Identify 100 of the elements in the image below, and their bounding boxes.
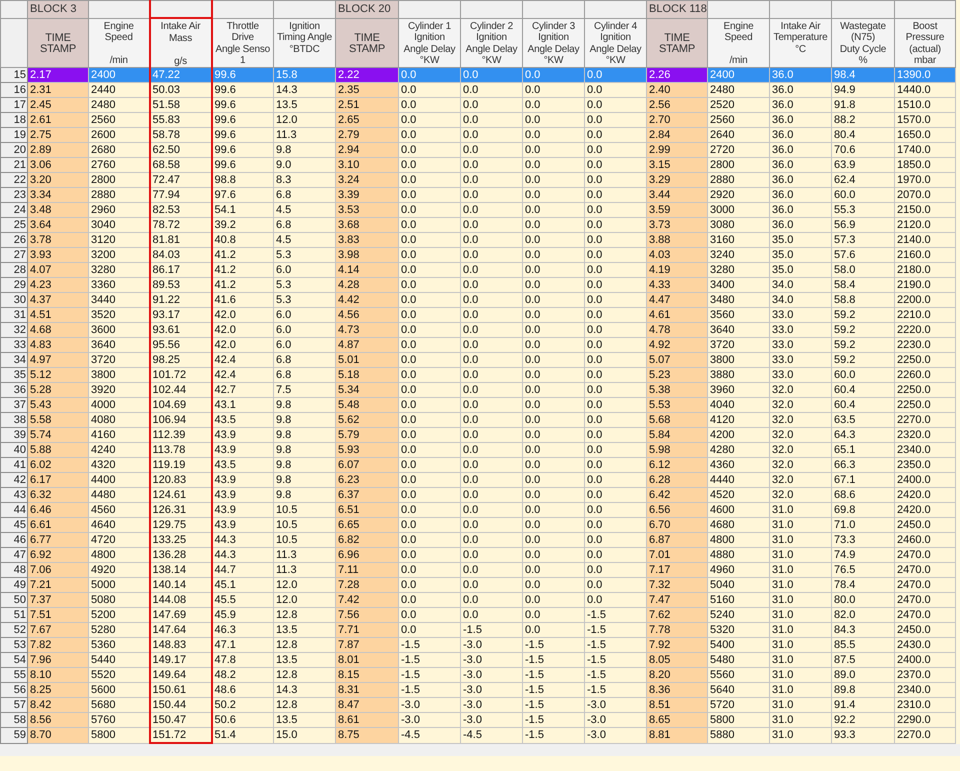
table-cell: 3.53: [336, 202, 398, 218]
table-cell: 2400.0: [894, 652, 956, 668]
table-cell: 12.8: [274, 668, 336, 682]
table-cell: 2420.0: [894, 502, 956, 518]
row-number: 53: [0, 638, 28, 652]
table-cell: 0.0: [398, 532, 460, 548]
table-cell: 4560: [88, 502, 150, 518]
column-header[interactable]: Cylinder 2 Ignition Angle Delay °KW: [460, 18, 522, 68]
table-cell: 3200: [88, 248, 150, 262]
column-header[interactable]: Wastegate (N75) Duty Cycle %: [832, 18, 894, 68]
column-header[interactable]: Cylinder 4 Ignition Angle Delay °KW: [584, 18, 646, 68]
table-cell: 4600: [708, 502, 770, 518]
table-cell: 2680: [88, 142, 150, 158]
table-cell: 11.3: [274, 562, 336, 578]
column-header[interactable]: TIME STAMP: [336, 18, 398, 68]
table-cell: 47.8: [212, 652, 274, 668]
table-cell: 2.99: [646, 142, 708, 158]
table-cell: 4800: [88, 548, 150, 562]
scrollbar-track[interactable]: [0, 744, 960, 756]
table-cell: 5.3: [274, 278, 336, 292]
selected-row[interactable]: 15 2.17 2400 47.22 99.6 15.8 2.22 0.0 0.0 0.0 0.0 2.26 2400 36.0 98.4 1390.0: [0, 68, 956, 82]
table-cell: 55.83: [150, 112, 212, 128]
table-cell: 2.89: [28, 142, 88, 158]
table-cell: 0.0: [398, 98, 460, 112]
table-cell: 3520: [88, 308, 150, 322]
table-cell: 3.48: [28, 202, 88, 218]
table-cell: 4.83: [28, 338, 88, 352]
table-cell: 3560: [708, 308, 770, 322]
table-cell: 1850.0: [894, 158, 956, 172]
table-cell: -3.0: [398, 698, 460, 712]
column-header[interactable]: Boost Pressure (actual) mbar: [894, 18, 956, 68]
table-cell: 4480: [88, 488, 150, 502]
row-number: 52: [0, 622, 28, 638]
table-cell: 149.17: [150, 652, 212, 668]
table-cell: 0.0: [460, 488, 522, 502]
table-cell: 3280: [708, 262, 770, 278]
table-cell: 0.0: [460, 532, 522, 548]
table-cell: 15.0: [274, 728, 336, 743]
table-cell: -1.5: [584, 622, 646, 638]
column-header[interactable]: Cylinder 3 Ignition Angle Delay °KW: [522, 18, 584, 68]
table-cell: 36.0: [770, 158, 832, 172]
table-cell: 3360: [88, 278, 150, 292]
table-cell: 0.0: [398, 428, 460, 442]
table-cell: 2.70: [646, 112, 708, 128]
table-cell: 0.0: [460, 382, 522, 398]
table-cell: 89.8: [832, 682, 894, 698]
table-cell: 5.3: [274, 292, 336, 308]
table-cell: 0.0: [398, 562, 460, 578]
table-cell: 0.0: [584, 172, 646, 188]
table-cell: 13.5: [274, 622, 336, 638]
column-header[interactable]: Intake Air Mass g/s: [150, 18, 212, 68]
row-number: 22: [0, 172, 28, 188]
table-cell: 5.38: [646, 382, 708, 398]
table-cell: 10.5: [274, 518, 336, 532]
column-header[interactable]: Engine Speed /min: [708, 18, 770, 68]
table-cell: 10.5: [274, 532, 336, 548]
table-cell: 99.6: [212, 82, 274, 98]
table-cell: 13.5: [274, 712, 336, 728]
column-header[interactable]: Engine Speed /min: [88, 18, 150, 68]
table-cell: 5320: [708, 622, 770, 638]
table-cell: 6.8: [274, 218, 336, 232]
table-cell: 5400: [708, 638, 770, 652]
table-cell: 65.1: [832, 442, 894, 458]
table-cell: 7.42: [336, 592, 398, 608]
table-cell: 6.92: [28, 548, 88, 562]
table-cell: 0.0: [398, 82, 460, 98]
table-cell: 6.65: [336, 518, 398, 532]
table-cell: 126.31: [150, 502, 212, 518]
table-cell: 0.0: [460, 188, 522, 202]
table-cell: 5240: [708, 608, 770, 622]
table-cell: 9.0: [274, 158, 336, 172]
table-cell: 0.0: [460, 308, 522, 322]
column-header[interactable]: TIME STAMP: [646, 18, 708, 68]
table-cell: -1.5: [522, 728, 584, 743]
table-cell: 43.9: [212, 442, 274, 458]
table-cell: 3080: [708, 218, 770, 232]
column-header[interactable]: Throttle Drive Angle Senso 1: [212, 18, 274, 68]
table-cell: 147.64: [150, 622, 212, 638]
table-cell: 5760: [88, 712, 150, 728]
table-cell: 0.0: [584, 398, 646, 412]
table-cell: 99.6: [212, 142, 274, 158]
table-cell: 5520: [88, 668, 150, 682]
table-cell: 5040: [708, 578, 770, 592]
column-header[interactable]: Cylinder 1 Ignition Angle Delay °KW: [398, 18, 460, 68]
table-cell: 8.81: [646, 728, 708, 743]
column-header[interactable]: TIME STAMP: [28, 18, 88, 68]
column-header[interactable]: Intake Air Temperature °C: [770, 18, 832, 68]
table-cell: 2.22: [336, 68, 398, 82]
table-cell: 8.3: [274, 172, 336, 188]
table-cell: 2320.0: [894, 428, 956, 442]
table-cell: 0.0: [398, 368, 460, 382]
table-cell: 8.31: [336, 682, 398, 698]
table-cell: 4680: [708, 518, 770, 532]
row-number: 25: [0, 218, 28, 232]
table-cell: 2440: [88, 82, 150, 98]
table-cell: 7.32: [646, 578, 708, 592]
row-number: 19: [0, 128, 28, 142]
table-cell: 124.61: [150, 488, 212, 502]
column-header[interactable]: Ignition Timing Angle °BTDC: [274, 18, 336, 68]
table-cell: 36.0: [770, 142, 832, 158]
